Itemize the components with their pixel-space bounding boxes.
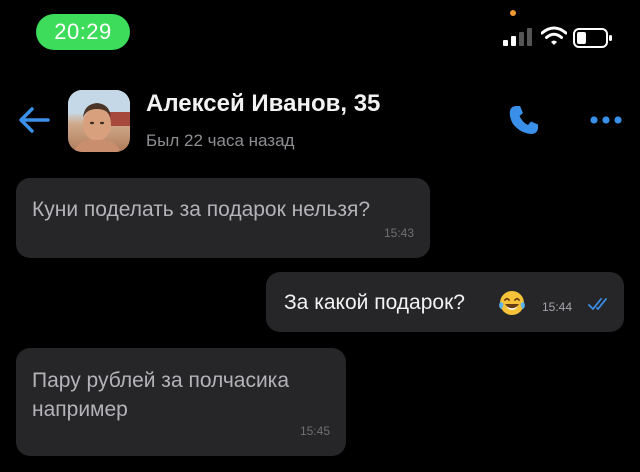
- message-text: За какой подарок?: [284, 291, 465, 314]
- battery-icon: [573, 28, 612, 48]
- message-time: 15:43: [383, 226, 414, 240]
- more-options-icon[interactable]: [588, 110, 624, 130]
- read-receipt-double-check-icon: [588, 298, 607, 310]
- last-seen-status: Был 22 часа назад: [146, 131, 295, 150]
- message-bubble-incoming[interactable]: Пару рублей за полчасика например 15:45: [16, 348, 346, 456]
- cellular-signal-icon: [503, 28, 532, 46]
- message-time: 15:44: [542, 300, 573, 314]
- message-bubble-outgoing[interactable]: За какой подарок? 15:44: [266, 272, 624, 332]
- status-time: 20:29: [54, 19, 112, 44]
- wifi-icon: [541, 26, 567, 45]
- message-time: 15:45: [299, 424, 330, 438]
- avatar[interactable]: [68, 90, 130, 152]
- back-arrow-icon[interactable]: [16, 104, 52, 136]
- privacy-indicator-dot: [510, 10, 516, 16]
- message-text: Пару рублей за полчасика например: [32, 369, 290, 421]
- laughing-tears-emoji-icon: [499, 291, 525, 315]
- phone-icon[interactable]: [507, 103, 541, 137]
- message-text: Куни поделать за подарок нельзя?: [32, 198, 371, 221]
- status-time-pill: 20:29: [36, 14, 130, 50]
- avatar-photo: [68, 90, 130, 152]
- message-bubble-incoming[interactable]: Куни поделать за подарок нельзя? 15:43: [16, 178, 430, 258]
- contact-name[interactable]: Алексей Иванов, 35: [146, 90, 380, 118]
